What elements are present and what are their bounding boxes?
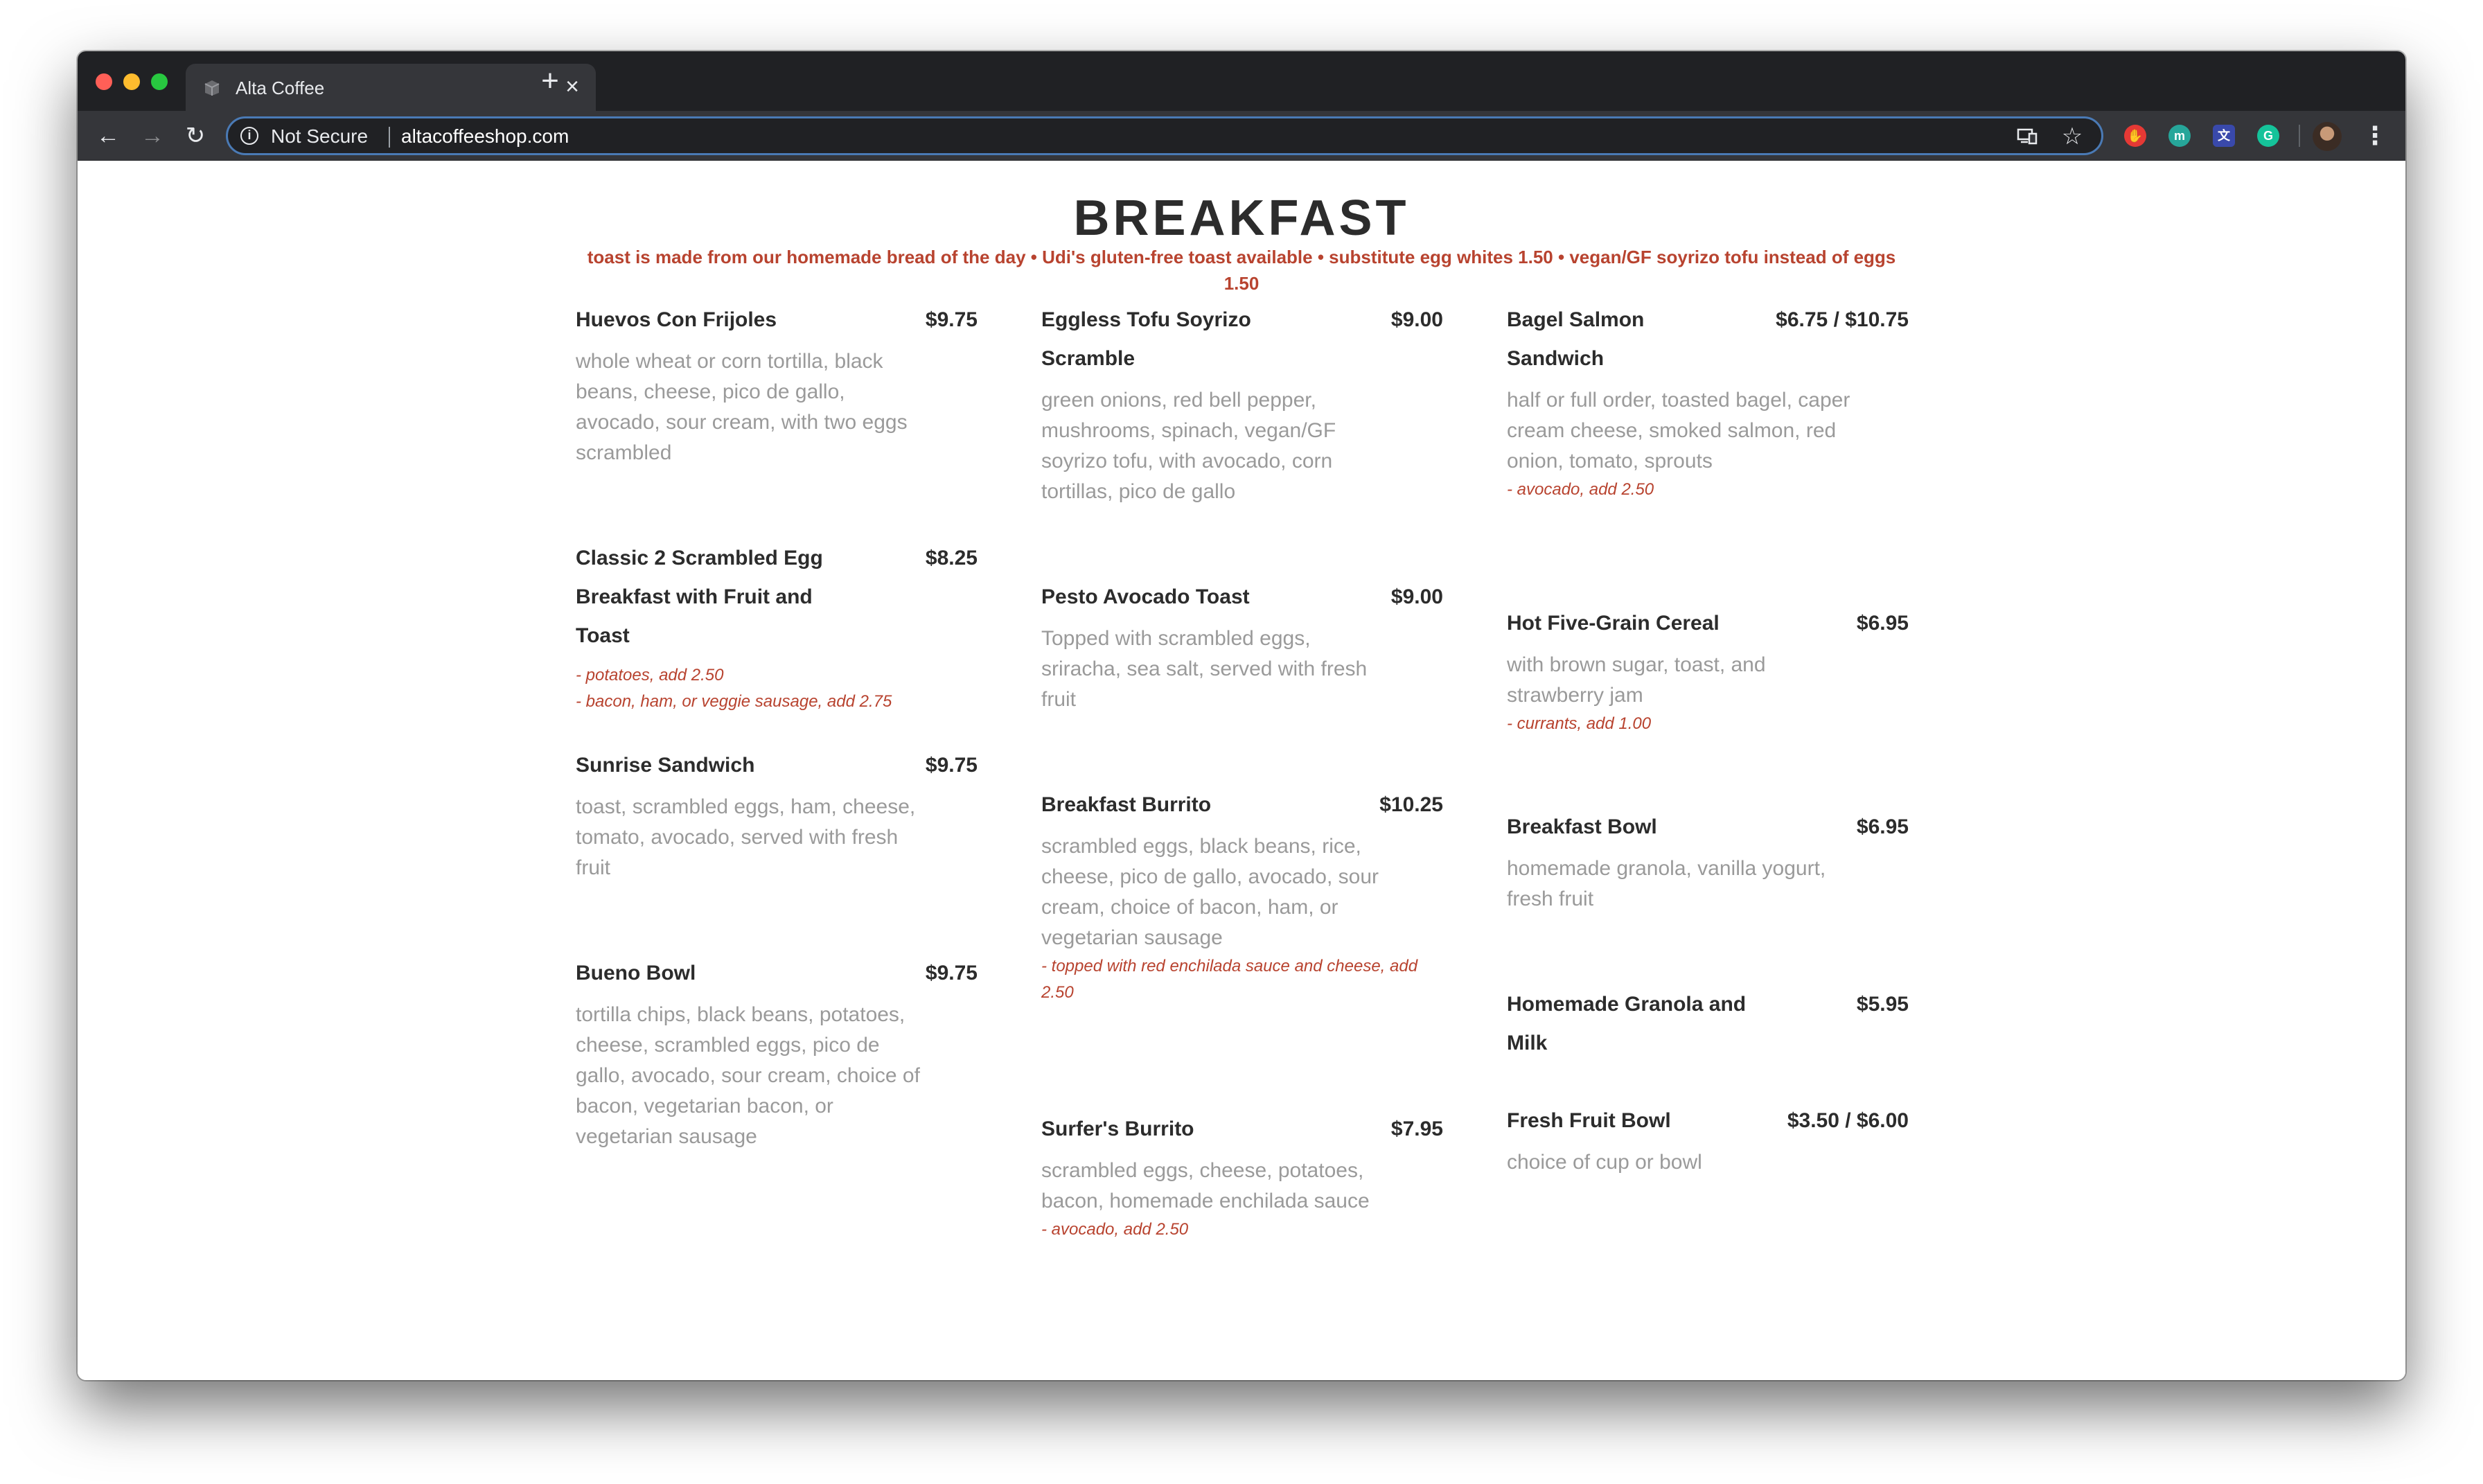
item-price: $3.50 / $6.00 [1787, 1109, 1909, 1132]
menu-item: Fresh Fruit Bowl $3.50 / $6.00 choice of… [1507, 1102, 1909, 1178]
item-addon: - currants, add 1.00 [1507, 714, 1652, 733]
item-description: scrambled eggs, cheese, potatoes, bacon,… [1041, 1159, 1370, 1212]
item-addon: - bacon, ham, or veggie sausage, add 2.7… [576, 692, 892, 711]
item-name: Sunrise Sandwich [576, 754, 755, 777]
item-price: $8.25 [925, 547, 978, 569]
forward-icon[interactable]: → [137, 121, 168, 151]
menu-item: Breakfast Burrito $10.25 scrambled eggs,… [1041, 786, 1443, 1006]
item-price: $10.25 [1379, 793, 1443, 816]
item-price: $5.95 [1856, 993, 1909, 1016]
tab-strip: Alta Coffee × + [78, 51, 2405, 111]
item-price: $9.75 [925, 308, 978, 331]
item-description: green onions, red bell pepper, mushrooms… [1041, 389, 1336, 503]
item-description: scrambled eggs, black beans, rice, chees… [1041, 835, 1379, 949]
item-description: Topped with scrambled eggs, sriracha, se… [1041, 627, 1368, 711]
item-addon: - potatoes, add 2.50 [576, 666, 724, 684]
page-content: BREAKFAST toast is made from our homemad… [78, 161, 2405, 1380]
item-price: $7.95 [1390, 1118, 1443, 1140]
profile-avatar[interactable] [2313, 122, 2342, 151]
window-close-button[interactable] [96, 73, 112, 90]
menu-item: Classic 2 Scrambled Egg Breakfast with F… [576, 539, 978, 715]
item-name: Pesto Avocado Toast [1041, 585, 1250, 608]
tab-title: Alta Coffee [236, 78, 325, 98]
item-name: Breakfast Burrito [1041, 793, 1212, 816]
menu-notes: toast is made from our homemade bread of… [587, 247, 1896, 294]
menu-item: Bagel Salmon Sandwich $6.75 / $10.75 hal… [1507, 301, 1909, 503]
translate-extension-icon[interactable]: 文 [2213, 125, 2235, 147]
item-description: toast, scrambled eggs, ham, cheese, toma… [576, 795, 916, 879]
item-price: $9.00 [1390, 308, 1443, 331]
menu-item: Huevos Con Frijoles $9.75 whole wheat or… [576, 301, 978, 468]
item-description: tortilla chips, black beans, potatoes, c… [576, 1003, 920, 1148]
security-label[interactable]: Not Secure [271, 125, 368, 148]
favicon-icon [202, 78, 222, 97]
item-name: Bueno Bowl [576, 962, 696, 984]
menu-item: Breakfast Bowl $6.95 homemade granola, v… [1507, 808, 1909, 915]
item-description: half or full order, toasted bagel, caper… [1507, 389, 1850, 472]
item-price: $9.75 [925, 962, 978, 984]
item-price: $6.95 [1856, 815, 1909, 838]
item-name: Breakfast Bowl [1507, 815, 1657, 838]
url-divider [389, 127, 390, 148]
item-description: with brown sugar, toast, and strawberry … [1507, 653, 1766, 707]
toolbar-divider [2299, 125, 2300, 147]
item-name: Eggless Tofu Soyrizo Scramble [1041, 308, 1251, 370]
url-text[interactable]: altacoffeeshop.com [401, 125, 569, 148]
menu-item: Homemade Granola and Milk $5.95 [1507, 985, 1909, 1063]
reload-icon[interactable]: ↻ [180, 121, 211, 151]
item-name: Homemade Granola and Milk [1507, 993, 1747, 1054]
menu-item: Pesto Avocado Toast $9.00 Topped with sc… [1041, 578, 1443, 715]
item-name: Huevos Con Frijoles [576, 308, 777, 331]
address-bar[interactable]: i Not Secure altacoffeeshop.com ☆ [226, 116, 2103, 155]
cast-icon[interactable] [2017, 128, 2038, 145]
item-name: Surfer's Burrito [1041, 1118, 1194, 1140]
browser-window: Alta Coffee × + ← → ↻ i Not Secure altac… [78, 51, 2405, 1380]
menu-item: Bueno Bowl $9.75 tortilla chips, black b… [576, 954, 978, 1152]
window-maximize-button[interactable] [151, 73, 168, 90]
page-title: BREAKFAST [1073, 191, 1410, 246]
window-minimize-button[interactable] [123, 73, 140, 90]
item-addon: - avocado, add 2.50 [1041, 1220, 1189, 1239]
item-price: $6.95 [1856, 612, 1909, 635]
item-description: homemade granola, vanilla yogurt, fresh … [1507, 857, 1826, 910]
info-icon[interactable]: i [240, 127, 258, 145]
item-price: $9.00 [1390, 585, 1443, 608]
m-extension-icon[interactable]: m [2168, 125, 2191, 147]
item-name: Classic 2 Scrambled Egg Breakfast with F… [576, 547, 823, 647]
item-description: choice of cup or bowl [1507, 1151, 1702, 1174]
menu-item: Surfer's Burrito $7.95 scrambled eggs, c… [1041, 1110, 1443, 1243]
grammarly-extension-icon[interactable]: G [2257, 125, 2279, 147]
stop-extension-icon[interactable]: ✋ [2124, 125, 2146, 147]
browser-toolbar: ← → ↻ i Not Secure altacoffeeshop.com ☆ … [78, 111, 2405, 161]
browser-menu-icon[interactable]: ⋮ [2362, 122, 2387, 150]
item-name: Bagel Salmon Sandwich [1507, 308, 1645, 370]
bookmark-star-icon[interactable]: ☆ [2058, 123, 2086, 150]
item-name: Hot Five-Grain Cereal [1507, 612, 1720, 635]
item-description: whole wheat or corn tortilla, black bean… [576, 350, 908, 464]
item-addon: - avocado, add 2.50 [1507, 480, 1654, 499]
menu-item: Eggless Tofu Soyrizo Scramble $9.00 gree… [1041, 301, 1443, 507]
item-price: $9.75 [925, 754, 978, 777]
new-tab-button[interactable]: + [535, 66, 565, 97]
menu-item: Sunrise Sandwich $9.75 toast, scrambled … [576, 746, 978, 883]
back-icon[interactable]: ← [93, 121, 123, 151]
item-price: $6.75 / $10.75 [1776, 308, 1909, 331]
item-addon: - topped with red enchilada sauce and ch… [1041, 957, 1418, 1002]
menu-item: Hot Five-Grain Cereal $6.95 with brown s… [1507, 604, 1909, 737]
item-name: Fresh Fruit Bowl [1507, 1109, 1671, 1132]
